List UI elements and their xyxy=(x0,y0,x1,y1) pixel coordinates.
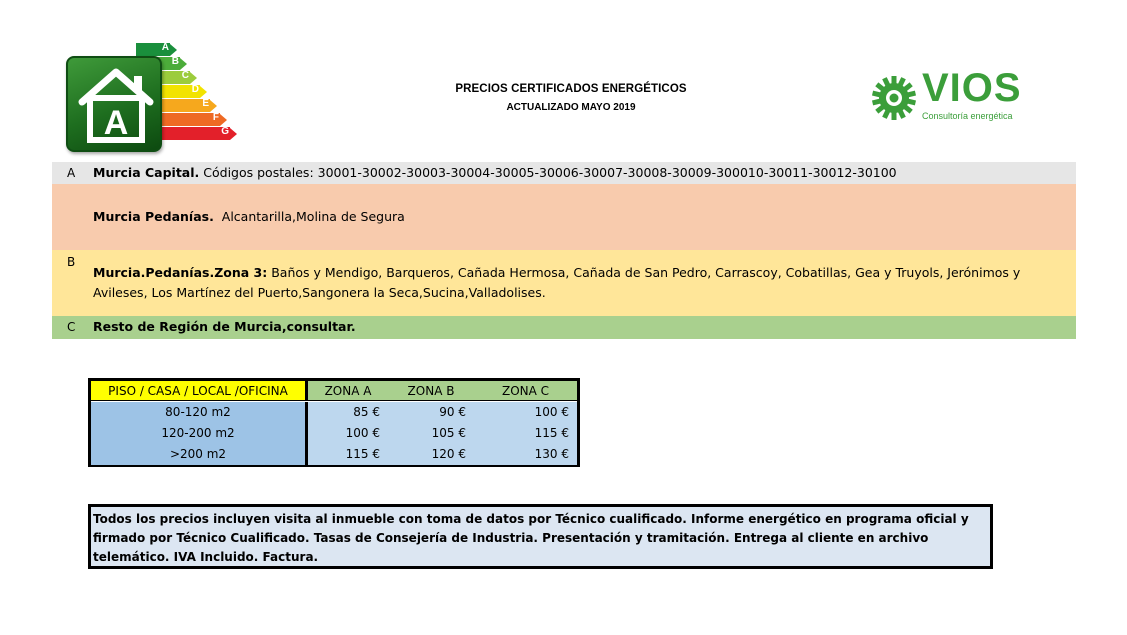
table-row: >200 m2 115 € 120 € 130 € xyxy=(91,444,577,465)
energy-certificate-logo: ABCDEFG A xyxy=(64,42,237,154)
company-tagline: Consultoría energética xyxy=(922,111,1013,121)
zone-letter: A xyxy=(67,166,76,180)
zone-a-row: A Murcia Capital. Códigos postales: 3000… xyxy=(52,162,1076,184)
size-cell: 80-120 m2 xyxy=(91,402,308,423)
zone-letter: B xyxy=(67,255,76,269)
energy-band-letter: B xyxy=(171,56,179,67)
svg-text:A: A xyxy=(104,104,129,142)
price-cell: 105 € xyxy=(388,423,474,444)
zone-pedanias-row: Murcia Pedanías. Alcantarilla,Molina de … xyxy=(52,184,1076,250)
table-row: 80-120 m2 85 € 90 € 100 € xyxy=(91,402,577,423)
zone-c-row: C Resto de Región de Murcia,consultar. xyxy=(52,316,1076,339)
zone-description: Alcantarilla,Molina de Segura xyxy=(213,209,405,224)
price-cell: 100 € xyxy=(474,402,577,423)
price-cell: 115 € xyxy=(308,444,388,465)
column-header-zona-b: ZONA B xyxy=(388,381,474,400)
table-row: 120-200 m2 100 € 105 € 115 € xyxy=(91,423,577,444)
zone-letter: C xyxy=(67,320,76,334)
zone-name: Murcia.Pedanías.Zona 3: xyxy=(93,265,268,280)
energy-band-letter: C xyxy=(181,70,189,81)
price-table: PISO / CASA / LOCAL /OFICINA ZONA A ZONA… xyxy=(88,378,580,467)
price-cell: 115 € xyxy=(474,423,577,444)
document-header: PRECIOS CERTIFICADOS ENERGÉTICOS ACTUALI… xyxy=(440,83,702,113)
energy-band-letter: G xyxy=(221,126,229,137)
energy-band-letter: F xyxy=(212,112,219,123)
zone-name: Murcia Capital. xyxy=(93,165,200,180)
page-subtitle: ACTUALIZADO MAYO 2019 xyxy=(506,102,636,113)
table-header: PISO / CASA / LOCAL /OFICINA ZONA A ZONA… xyxy=(91,381,577,401)
price-cell: 120 € xyxy=(388,444,474,465)
zone-b-row: B Murcia.Pedanías.Zona 3: Baños y Mendig… xyxy=(52,250,1076,316)
column-header-property: PISO / CASA / LOCAL /OFICINA xyxy=(91,381,308,400)
zone-name: Murcia Pedanías. xyxy=(93,209,214,224)
energy-band-letter: D xyxy=(191,84,199,95)
size-cell: >200 m2 xyxy=(91,444,308,465)
zone-description: Códigos postales: 30001-30002-30003-3000… xyxy=(199,165,897,180)
company-name: VIOS xyxy=(922,66,1022,110)
house-icon: A xyxy=(66,56,162,152)
energy-band-a: A xyxy=(136,42,177,56)
price-cell: 90 € xyxy=(388,402,474,423)
size-cell: 120-200 m2 xyxy=(91,423,308,444)
page-title: PRECIOS CERTIFICADOS ENERGÉTICOS xyxy=(455,83,687,95)
price-cell: 100 € xyxy=(308,423,388,444)
zone-name: Resto de Región de Murcia,consultar. xyxy=(93,319,356,334)
column-header-zona-c: ZONA C xyxy=(474,381,577,400)
price-cell: 130 € xyxy=(474,444,577,465)
vios-logo: VIOS Consultoría energética xyxy=(868,66,1028,126)
energy-band-letter: E xyxy=(202,98,209,109)
gear-icon xyxy=(871,76,917,120)
energy-band-letter: A xyxy=(161,42,169,53)
column-header-zona-a: ZONA A xyxy=(308,381,388,400)
pricing-note: Todos los precios incluyen visita al inm… xyxy=(88,504,993,569)
price-cell: 85 € xyxy=(308,402,388,423)
